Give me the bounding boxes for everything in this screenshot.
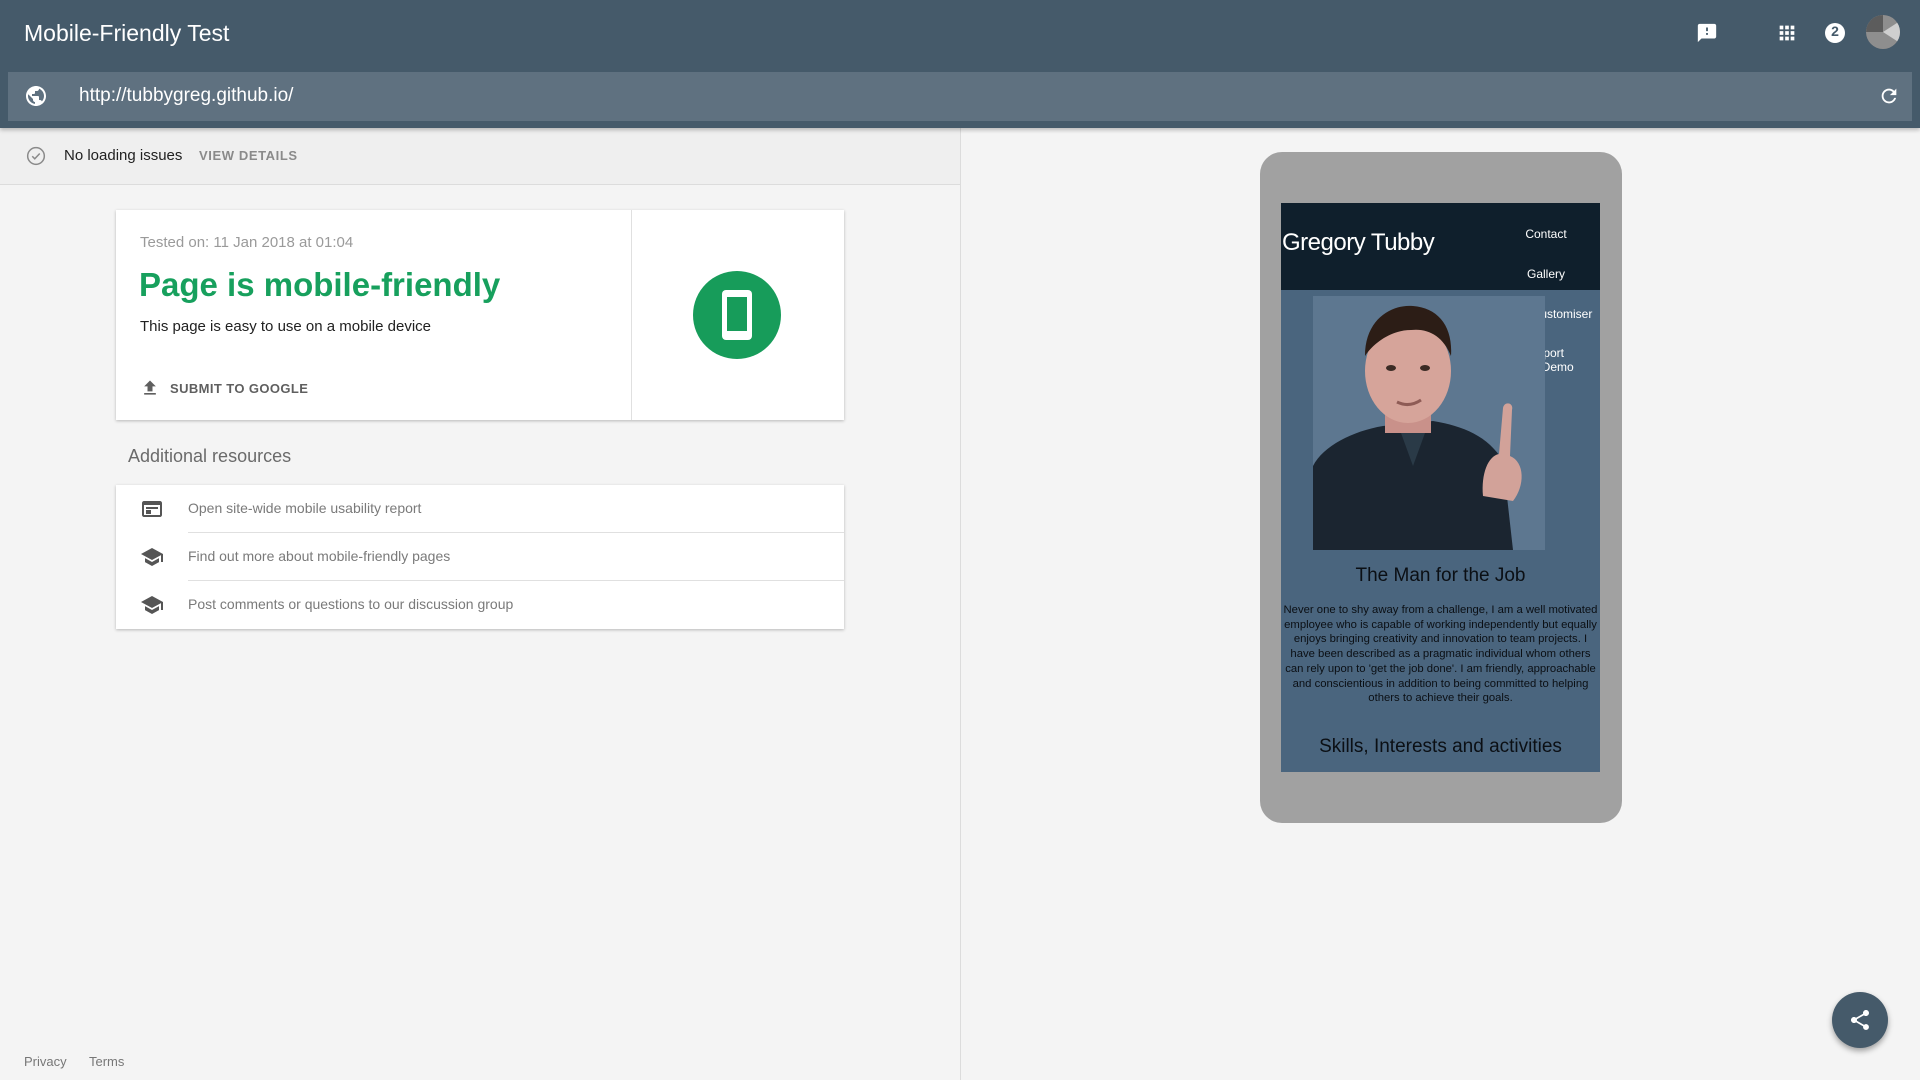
help-icon[interactable]: 2 <box>1819 17 1851 49</box>
additional-resources-heading: Additional resources <box>128 446 292 466</box>
mobile-phone-icon <box>693 271 781 359</box>
globe-icon <box>24 84 48 108</box>
school-icon <box>140 545 164 569</box>
list-item-label: Open site-wide mobile usability report <box>188 500 422 516</box>
loading-status-bar: No loading issues VIEW DETAILS <box>0 128 960 185</box>
list-item[interactable]: Post comments or questions to our discus… <box>116 581 844 629</box>
verdict-title: Page is mobile-friendly <box>139 266 501 303</box>
site-heading: The Man for the Job <box>1355 565 1526 586</box>
school-icon <box>140 593 164 617</box>
portrait-image <box>1313 296 1545 550</box>
page-preview: Gregory Tubby Contact Gallery Mask Custo… <box>1281 203 1600 772</box>
upload-icon <box>144 380 156 395</box>
result-card: Tested on: 11 Jan 2018 at 01:04 Page is … <box>116 210 844 420</box>
url-input[interactable]: http://tubbygreg.github.io/ <box>79 84 293 108</box>
help-badge-text: 2 <box>1831 23 1839 39</box>
report-icon <box>140 497 164 521</box>
share-button[interactable] <box>1832 992 1888 1048</box>
submit-to-google-button[interactable]: SUBMIT TO GOOGLE <box>140 376 308 400</box>
card-divider <box>631 210 632 420</box>
site-nav-gallery: Gallery <box>1526 267 1565 281</box>
list-item-label: Post comments or questions to our discus… <box>188 596 514 612</box>
refresh-icon[interactable] <box>1876 83 1902 109</box>
site-nav-contact: Contact <box>1525 227 1567 241</box>
site-subheading: Skills, Interests and activities <box>1319 736 1562 757</box>
list-item-label: Find out more about mobile-friendly page… <box>188 548 451 564</box>
share-icon <box>1851 1010 1869 1030</box>
app-title: Mobile-Friendly Test <box>24 20 230 46</box>
check-circle-icon <box>26 146 46 166</box>
list-item[interactable]: Find out more about mobile-friendly page… <box>116 533 844 581</box>
loading-status-text: No loading issues <box>64 147 183 164</box>
terms-link[interactable]: Terms <box>89 1054 124 1069</box>
submit-label: SUBMIT TO GOOGLE <box>170 380 309 396</box>
apps-icon[interactable] <box>1771 17 1803 49</box>
verdict-subtitle: This page is easy to use on a mobile dev… <box>140 318 431 335</box>
app-header: Mobile-Friendly Test 2 http://tubbygreg.… <box>0 0 1920 128</box>
url-bar[interactable]: http://tubbygreg.github.io/ <box>8 72 1912 121</box>
site-name: Gregory Tubby <box>1282 229 1435 256</box>
tested-on-text: Tested on: 11 Jan 2018 at 01:04 <box>140 234 354 251</box>
site-paragraph: Never one to shy away from a challenge, … <box>1283 604 1598 705</box>
list-item[interactable]: Open site-wide mobile usability report <box>116 485 844 533</box>
view-details-link[interactable]: VIEW DETAILS <box>199 148 298 163</box>
resources-list: Open site-wide mobile usability report F… <box>116 485 844 629</box>
privacy-link[interactable]: Privacy <box>24 1054 67 1069</box>
feedback-icon[interactable] <box>1691 17 1723 49</box>
avatar[interactable] <box>1866 15 1900 49</box>
